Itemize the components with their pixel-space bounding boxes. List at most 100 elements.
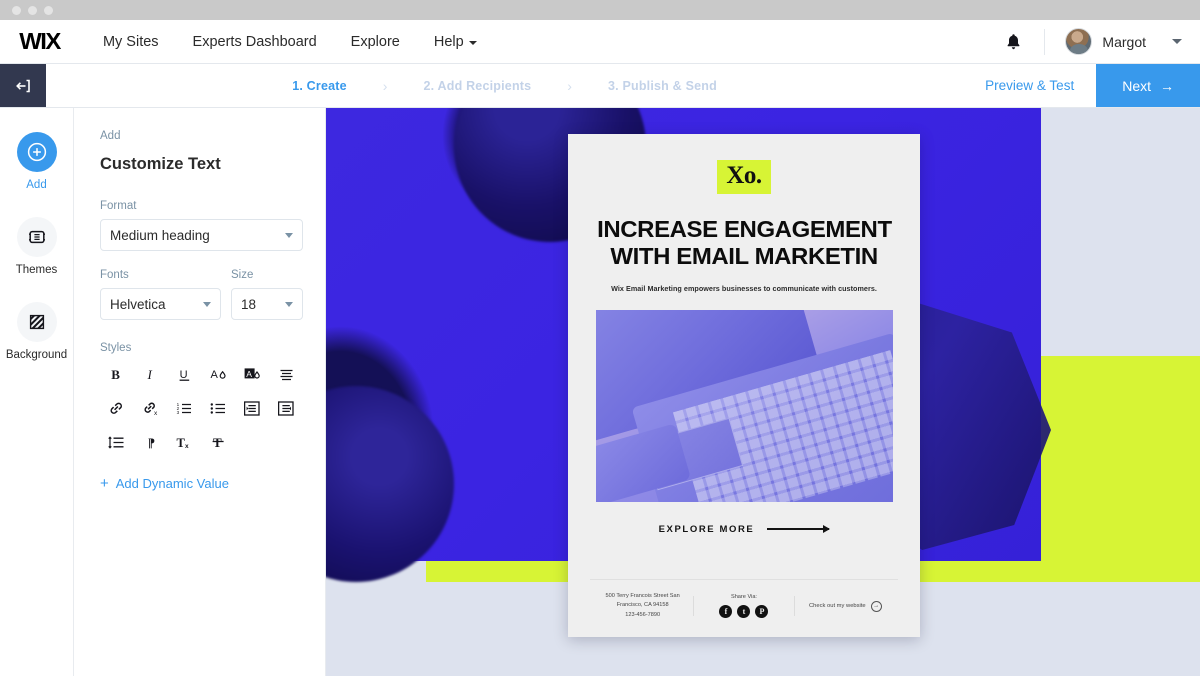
background-hatch-icon xyxy=(16,302,57,342)
next-button[interactable]: Next → xyxy=(1096,64,1200,107)
sidebar-item-background-label: Background xyxy=(5,349,68,361)
sidebar-item-background[interactable]: Background xyxy=(0,302,73,361)
nav-link-experts-dashboard-label: Experts Dashboard xyxy=(192,33,317,50)
editor-workspace: Add Themes Background Add Customize Text… xyxy=(0,108,1200,676)
email-canvas[interactable]: Xo. INCREASE ENGAGEMENT WITH EMAIL MARKE… xyxy=(326,108,1200,676)
step-navigation: 1. Create › 2. Add Recipients › 3. Publi… xyxy=(46,64,963,107)
preview-and-test-button[interactable]: Preview & Test xyxy=(963,64,1096,107)
clear-format-icon[interactable]: T x xyxy=(168,430,202,454)
styles-label: Styles xyxy=(100,342,132,354)
window-close-dot[interactable] xyxy=(12,5,21,15)
window-maximize-dot[interactable] xyxy=(44,5,53,15)
svg-text:A: A xyxy=(246,368,252,378)
main-nav-links: My Sites Experts Dashboard Explore Help xyxy=(103,34,477,50)
top-nav-right-cluster: Margot xyxy=(983,20,1200,63)
sidebar-item-themes[interactable]: Themes xyxy=(0,217,73,276)
email-headline-line1[interactable]: INCREASE ENGAGEMENT xyxy=(597,216,892,243)
text-style-icon[interactable]: T xyxy=(201,430,235,454)
share-via-label: Share Via: xyxy=(730,594,757,601)
ordered-list-icon[interactable]: 123 xyxy=(168,396,202,420)
sidebar-item-add[interactable]: Add xyxy=(0,132,73,191)
italic-icon[interactable]: I xyxy=(134,362,168,386)
font-size-value: 18 xyxy=(241,296,257,312)
bullet-list-icon[interactable] xyxy=(201,396,235,420)
arrow-right-icon: → xyxy=(1160,77,1174,94)
nav-link-my-sites[interactable]: My Sites xyxy=(103,34,159,50)
step-separator-icon: › xyxy=(382,77,388,94)
styles-section: Styles B I U A A x 1 2 3 ¶ T x T xyxy=(100,342,303,454)
chevron-down-icon xyxy=(468,40,477,45)
add-dynamic-value-button[interactable]: + Add Dynamic Value xyxy=(100,476,303,491)
unlink-icon[interactable]: x xyxy=(134,396,168,420)
svg-text:x: x xyxy=(154,410,158,416)
customize-text-panel: Add Customize Text Format Medium heading… xyxy=(74,108,326,676)
email-footer-website: Check out my website → xyxy=(795,600,896,612)
pinterest-icon[interactable]: P xyxy=(755,605,769,619)
email-headline-line2[interactable]: WITH EMAIL MARKETIN xyxy=(610,243,878,270)
email-footer-share: Share Via: f t P xyxy=(693,594,795,619)
themes-icon xyxy=(16,217,57,257)
facebook-icon[interactable]: f xyxy=(719,605,733,619)
step-separator-icon: › xyxy=(567,77,572,94)
top-navigation-bar: WIX My Sites Experts Dashboard Explore H… xyxy=(0,20,1200,64)
link-icon[interactable] xyxy=(100,396,134,420)
arrow-right-icon xyxy=(767,525,831,533)
font-size-select[interactable]: 18 xyxy=(231,288,303,320)
nav-link-help-label: Help xyxy=(433,33,464,50)
nav-link-experts-dashboard[interactable]: Experts Dashboard xyxy=(193,34,317,50)
svg-text:I: I xyxy=(147,367,153,382)
format-label: Format xyxy=(100,200,137,212)
address-line-2: Francisco, CA 94158 xyxy=(616,602,669,609)
notifications-button[interactable] xyxy=(983,33,1044,51)
nav-link-help[interactable]: Help xyxy=(434,34,477,50)
font-family-value: Helvetica xyxy=(110,296,166,312)
back-button[interactable] xyxy=(0,64,46,107)
check-out-website-link[interactable]: Check out my website → xyxy=(795,600,896,612)
check-out-website-label: Check out my website xyxy=(808,603,866,610)
format-select-value: Medium heading xyxy=(110,227,210,243)
svg-text:U: U xyxy=(180,369,188,381)
decorative-sphere-icon xyxy=(326,386,454,582)
step-create[interactable]: 1. Create xyxy=(292,79,347,93)
bold-icon[interactable]: B xyxy=(100,362,134,386)
email-subheadline[interactable]: Wix Email Marketing empowers businesses … xyxy=(611,284,877,293)
highlight-color-icon[interactable]: A xyxy=(235,362,269,386)
fonts-field-group: Fonts Helvetica xyxy=(100,269,221,320)
step-publish-send[interactable]: 3. Publish & Send xyxy=(608,79,717,93)
twitter-icon[interactable]: t xyxy=(737,605,751,619)
chevron-down-icon xyxy=(285,301,293,307)
add-dynamic-value-label: Add Dynamic Value xyxy=(115,476,229,491)
arrow-right-circle-icon: → xyxy=(870,600,882,612)
email-cta[interactable]: EXPLORE MORE xyxy=(659,524,831,535)
align-icon[interactable] xyxy=(269,362,303,386)
nav-link-explore[interactable]: Explore xyxy=(351,34,400,50)
editor-sidebar-rail: Add Themes Background xyxy=(0,108,74,676)
indent-icon[interactable] xyxy=(235,396,269,420)
outdent-icon[interactable] xyxy=(269,396,303,420)
chevron-down-icon xyxy=(203,301,211,307)
nav-link-explore-label: Explore xyxy=(350,33,400,50)
font-and-size-row: Fonts Helvetica Size 18 xyxy=(100,269,303,320)
user-menu[interactable]: Margot xyxy=(1045,28,1200,55)
editor-actions: Preview & Test Next → xyxy=(963,64,1200,107)
email-template-card[interactable]: Xo. INCREASE ENGAGEMENT WITH EMAIL MARKE… xyxy=(568,134,920,637)
font-family-select[interactable]: Helvetica xyxy=(100,288,221,320)
plus-icon: + xyxy=(100,475,109,492)
text-direction-icon[interactable]: ¶ xyxy=(134,430,168,454)
plus-circle-icon xyxy=(16,132,57,172)
email-brand-logo[interactable]: Xo. xyxy=(717,160,771,194)
app-window: WIX My Sites Experts Dashboard Explore H… xyxy=(0,0,1200,676)
line-spacing-icon[interactable] xyxy=(100,430,134,454)
email-hero-image[interactable] xyxy=(595,309,893,502)
svg-text:3: 3 xyxy=(177,410,180,415)
format-select[interactable]: Medium heading xyxy=(100,219,303,251)
window-minimize-dot[interactable] xyxy=(28,5,37,15)
svg-text:x: x xyxy=(185,443,189,450)
format-field-group: Format Medium heading xyxy=(100,200,303,251)
underline-icon[interactable]: U xyxy=(168,362,202,386)
step-add-recipients[interactable]: 2. Add Recipients xyxy=(423,79,531,93)
window-titlebar xyxy=(0,0,1200,20)
svg-text:A: A xyxy=(210,369,218,381)
wix-logo[interactable]: WIX xyxy=(19,28,61,55)
text-color-icon[interactable]: A xyxy=(201,362,235,386)
